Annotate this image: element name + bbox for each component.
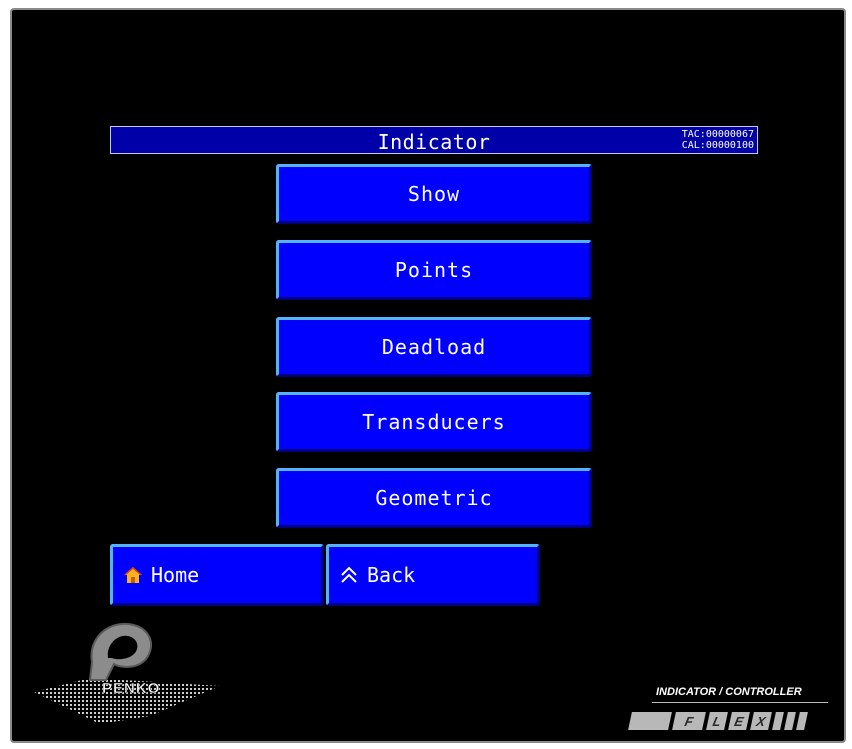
back-button-label: Back — [367, 563, 416, 587]
transducers-button-label: Transducers — [362, 410, 506, 434]
product-branding: INDICATOR / CONTROLLER F L E X — [628, 686, 840, 736]
flex-letter-e: E — [728, 712, 750, 730]
flex-bar-tail-2 — [784, 712, 796, 730]
show-button[interactable]: Show — [276, 164, 592, 224]
double-chevron-up-icon — [339, 565, 359, 585]
tac-counter: TAC:00000067 — [681, 129, 754, 140]
flex-letter-l: L — [706, 712, 728, 730]
flex-bar-tail-3 — [796, 712, 808, 730]
flex-letter-x: X — [750, 712, 772, 730]
flex-bar-lead — [628, 712, 672, 730]
flex-letter-f: F — [672, 712, 706, 730]
title-bar: Indicator TAC:00000067 CAL:00000100 — [110, 126, 758, 154]
product-line-label: INDICATOR / CONTROLLER — [656, 686, 802, 698]
geometric-button[interactable]: Geometric — [276, 468, 592, 528]
home-button[interactable]: Home — [110, 544, 324, 606]
hmi-screen: Indicator TAC:00000067 CAL:00000100 Show… — [10, 8, 846, 743]
brand-divider — [652, 702, 828, 703]
deadload-button-label: Deadload — [381, 335, 487, 359]
back-button[interactable]: Back — [326, 544, 540, 606]
transducers-button[interactable]: Transducers — [276, 392, 592, 452]
points-button[interactable]: Points — [276, 240, 592, 300]
logo-company-name: PENKO — [102, 680, 161, 698]
flex-wordmark: F L E X — [628, 712, 808, 730]
counters: TAC:00000067 CAL:00000100 — [682, 129, 754, 151]
points-button-label: Points — [394, 258, 474, 282]
page-title: Indicator — [377, 130, 491, 154]
show-button-label: Show — [407, 182, 461, 206]
penko-logo: PENKO — [30, 620, 240, 732]
cal-counter: CAL:00000100 — [681, 140, 754, 151]
home-button-label: Home — [151, 563, 200, 587]
deadload-button[interactable]: Deadload — [276, 317, 592, 377]
home-icon — [123, 565, 143, 585]
geometric-button-label: Geometric — [375, 486, 493, 510]
flex-bar-tail-1 — [772, 712, 784, 730]
